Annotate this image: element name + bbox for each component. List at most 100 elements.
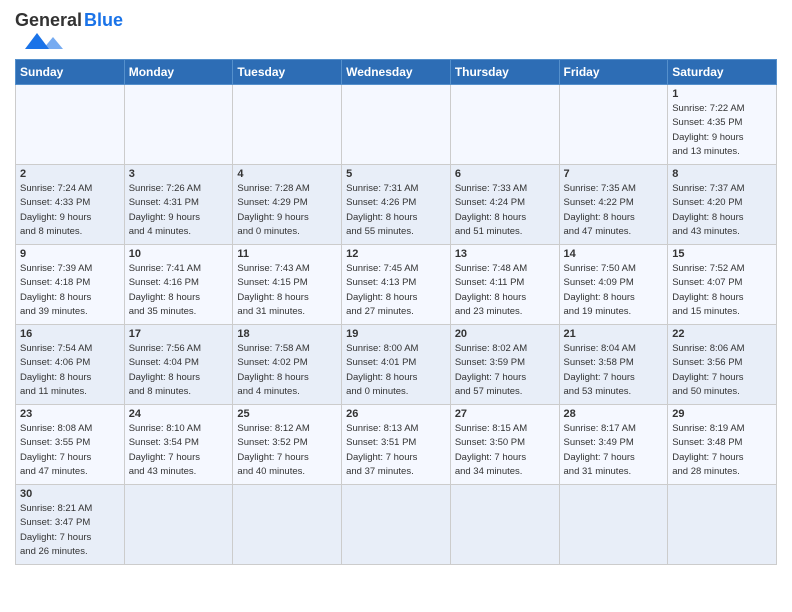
header: General Blue [15,10,777,51]
day-number: 9 [20,248,120,260]
calendar-cell [342,85,451,165]
col-tuesday: Tuesday [233,60,342,85]
day-info: Sunrise: 7:39 AM Sunset: 4:18 PM Dayligh… [20,262,120,319]
col-saturday: Saturday [668,60,777,85]
calendar-cell: 10 Sunrise: 7:41 AM Sunset: 4:16 PM Dayli… [124,245,233,325]
day-number: 10 [129,248,229,260]
day-number: 17 [129,328,229,340]
calendar-header-row: Sunday Monday Tuesday Wednesday Thursday… [16,60,777,85]
calendar-cell: 11 Sunrise: 7:43 AM Sunset: 4:15 PM Dayli… [233,245,342,325]
day-number: 20 [455,328,555,340]
day-info: Sunrise: 7:50 AM Sunset: 4:09 PM Dayligh… [564,262,664,319]
day-number: 2 [20,168,120,180]
calendar-cell [124,85,233,165]
day-info: Sunrise: 7:22 AM Sunset: 4:35 PM Dayligh… [672,102,772,159]
calendar-week-row: 16Sunrise: 7:54 AM Sunset: 4:06 PM Dayli… [16,325,777,405]
calendar-cell: 7 Sunrise: 7:35 AM Sunset: 4:22 PM Daylig… [559,165,668,245]
col-monday: Monday [124,60,233,85]
day-number: 23 [20,408,120,420]
day-number: 8 [672,168,772,180]
calendar-week-row: 9 Sunrise: 7:39 AM Sunset: 4:18 PM Daylig… [16,245,777,325]
calendar-cell: 2 Sunrise: 7:24 AM Sunset: 4:33 PM Daylig… [16,165,125,245]
calendar-cell: 9 Sunrise: 7:39 AM Sunset: 4:18 PM Daylig… [16,245,125,325]
logo: General Blue [15,10,123,51]
day-info: Sunrise: 8:00 AM Sunset: 4:01 PM Dayligh… [346,342,446,399]
calendar-cell [668,485,777,565]
calendar-week-row: 1Sunrise: 7:22 AM Sunset: 4:35 PM Daylig… [16,85,777,165]
day-info: Sunrise: 7:45 AM Sunset: 4:13 PM Dayligh… [346,262,446,319]
day-number: 30 [20,488,120,500]
day-info: Sunrise: 8:10 AM Sunset: 3:54 PM Dayligh… [129,422,229,479]
day-info: Sunrise: 7:33 AM Sunset: 4:24 PM Dayligh… [455,182,555,239]
calendar-cell [16,85,125,165]
logo-icon [15,31,70,51]
col-friday: Friday [559,60,668,85]
calendar-cell: 13 Sunrise: 7:48 AM Sunset: 4:11 PM Dayli… [450,245,559,325]
day-info: Sunrise: 7:37 AM Sunset: 4:20 PM Dayligh… [672,182,772,239]
day-info: Sunrise: 7:28 AM Sunset: 4:29 PM Dayligh… [237,182,337,239]
calendar-week-row: 23 Sunrise: 8:08 AM Sunset: 3:55 PM Dayli… [16,405,777,485]
day-number: 12 [346,248,446,260]
day-number: 11 [237,248,337,260]
day-info: Sunrise: 8:04 AM Sunset: 3:58 PM Dayligh… [564,342,664,399]
day-info: Sunrise: 8:08 AM Sunset: 3:55 PM Dayligh… [20,422,120,479]
calendar-cell: 16Sunrise: 7:54 AM Sunset: 4:06 PM Dayli… [16,325,125,405]
day-info: Sunrise: 7:35 AM Sunset: 4:22 PM Dayligh… [564,182,664,239]
calendar-cell [233,85,342,165]
day-number: 21 [564,328,664,340]
day-info: Sunrise: 7:48 AM Sunset: 4:11 PM Dayligh… [455,262,555,319]
calendar-cell: 19Sunrise: 8:00 AM Sunset: 4:01 PM Dayli… [342,325,451,405]
day-info: Sunrise: 7:24 AM Sunset: 4:33 PM Dayligh… [20,182,120,239]
calendar-cell: 28Sunrise: 8:17 AM Sunset: 3:49 PM Dayli… [559,405,668,485]
calendar-cell: 14 Sunrise: 7:50 AM Sunset: 4:09 PM Dayli… [559,245,668,325]
calendar-cell [342,485,451,565]
day-number: 6 [455,168,555,180]
calendar-week-row: 30 Sunrise: 8:21 AM Sunset: 3:47 PM Dayli… [16,485,777,565]
day-info: Sunrise: 7:41 AM Sunset: 4:16 PM Dayligh… [129,262,229,319]
calendar-cell: 15Sunrise: 7:52 AM Sunset: 4:07 PM Dayli… [668,245,777,325]
calendar-cell [559,85,668,165]
day-number: 4 [237,168,337,180]
calendar-cell: 1Sunrise: 7:22 AM Sunset: 4:35 PM Daylig… [668,85,777,165]
day-info: Sunrise: 8:02 AM Sunset: 3:59 PM Dayligh… [455,342,555,399]
calendar-cell [450,85,559,165]
day-number: 29 [672,408,772,420]
calendar-cell: 25Sunrise: 8:12 AM Sunset: 3:52 PM Dayli… [233,405,342,485]
calendar-table: Sunday Monday Tuesday Wednesday Thursday… [15,59,777,565]
day-info: Sunrise: 8:15 AM Sunset: 3:50 PM Dayligh… [455,422,555,479]
calendar-cell: 5 Sunrise: 7:31 AM Sunset: 4:26 PM Daylig… [342,165,451,245]
day-number: 26 [346,408,446,420]
day-info: Sunrise: 7:56 AM Sunset: 4:04 PM Dayligh… [129,342,229,399]
calendar-cell: 29 Sunrise: 8:19 AM Sunset: 3:48 PM Dayli… [668,405,777,485]
logo-blue-text: Blue [84,10,123,31]
calendar-cell: 20 Sunrise: 8:02 AM Sunset: 3:59 PM Dayli… [450,325,559,405]
page: General Blue Sunday Monday Tuesday Wedne… [0,0,792,575]
calendar-cell [124,485,233,565]
calendar-cell: 17 Sunrise: 7:56 AM Sunset: 4:04 PM Dayli… [124,325,233,405]
day-info: Sunrise: 7:31 AM Sunset: 4:26 PM Dayligh… [346,182,446,239]
day-info: Sunrise: 7:52 AM Sunset: 4:07 PM Dayligh… [672,262,772,319]
day-info: Sunrise: 8:13 AM Sunset: 3:51 PM Dayligh… [346,422,446,479]
col-sunday: Sunday [16,60,125,85]
calendar-cell: 4 Sunrise: 7:28 AM Sunset: 4:29 PM Daylig… [233,165,342,245]
day-info: Sunrise: 8:12 AM Sunset: 3:52 PM Dayligh… [237,422,337,479]
calendar-cell: 6 Sunrise: 7:33 AM Sunset: 4:24 PM Daylig… [450,165,559,245]
day-number: 5 [346,168,446,180]
day-number: 13 [455,248,555,260]
calendar-cell: 12 Sunrise: 7:45 AM Sunset: 4:13 PM Dayli… [342,245,451,325]
day-info: Sunrise: 7:58 AM Sunset: 4:02 PM Dayligh… [237,342,337,399]
day-info: Sunrise: 8:21 AM Sunset: 3:47 PM Dayligh… [20,502,120,559]
day-number: 7 [564,168,664,180]
day-number: 18 [237,328,337,340]
day-info: Sunrise: 8:19 AM Sunset: 3:48 PM Dayligh… [672,422,772,479]
day-number: 28 [564,408,664,420]
calendar-cell [450,485,559,565]
calendar-cell: 18 Sunrise: 7:58 AM Sunset: 4:02 PM Dayli… [233,325,342,405]
day-number: 24 [129,408,229,420]
day-info: Sunrise: 7:43 AM Sunset: 4:15 PM Dayligh… [237,262,337,319]
calendar-cell: 8 Sunrise: 7:37 AM Sunset: 4:20 PM Daylig… [668,165,777,245]
day-number: 14 [564,248,664,260]
calendar-cell: 21 Sunrise: 8:04 AM Sunset: 3:58 PM Dayli… [559,325,668,405]
logo-general-text: General [15,10,82,31]
calendar-cell [559,485,668,565]
